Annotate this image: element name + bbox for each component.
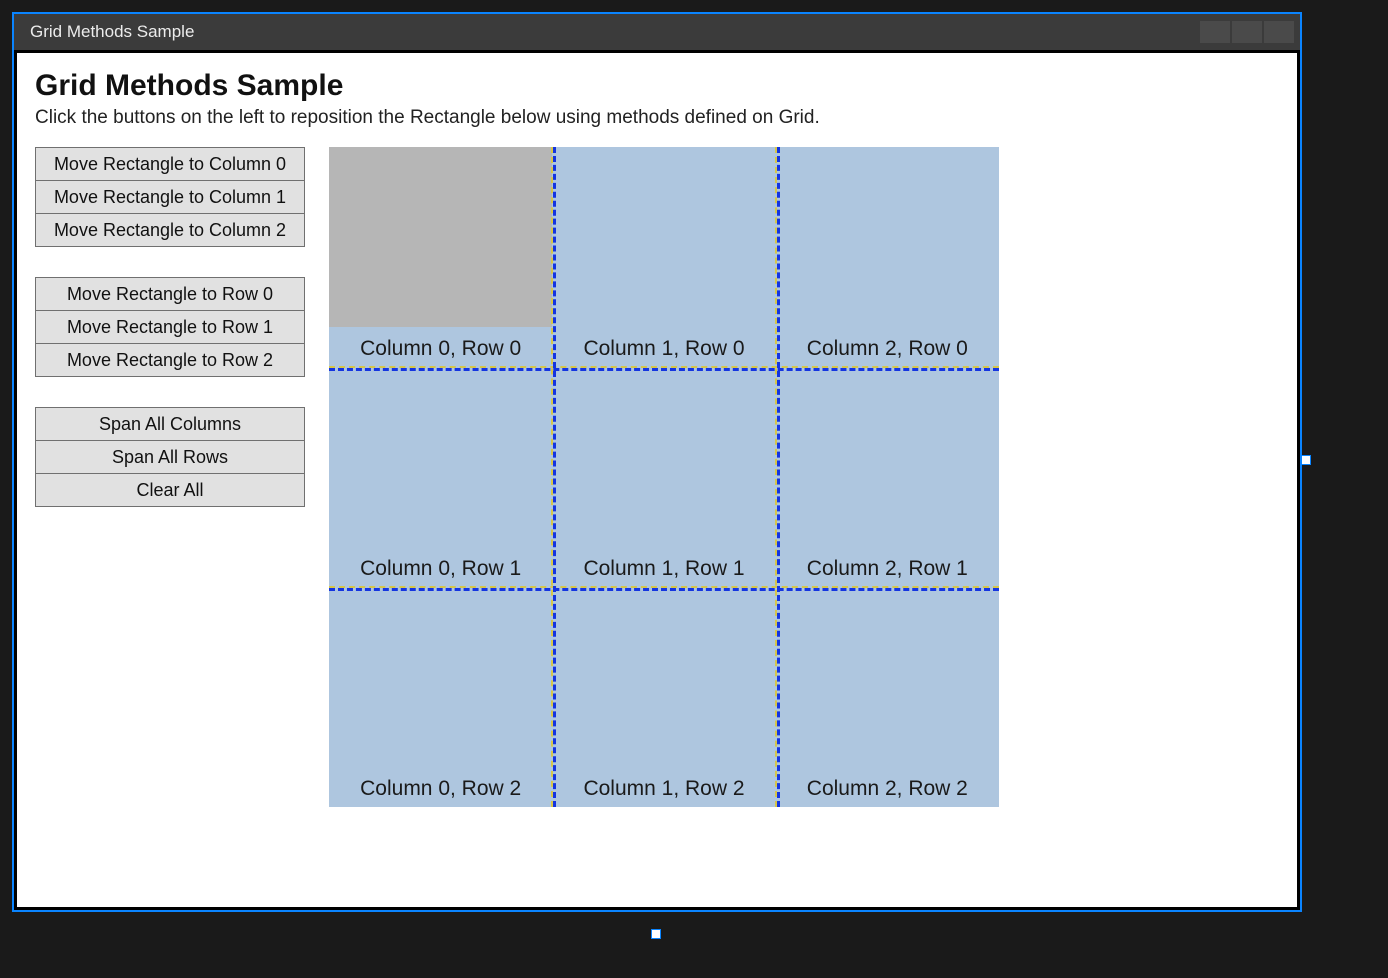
row-button-group: Move Rectangle to Row 0 Move Rectangle t… (35, 277, 305, 377)
cell-2-2: Column 2, Row 2 (776, 587, 999, 807)
move-rect-row-0-button[interactable]: Move Rectangle to Row 0 (35, 277, 305, 311)
resize-handle-right[interactable] (1301, 455, 1311, 465)
content-area: Grid Methods Sample Click the buttons on… (14, 50, 1300, 910)
clear-all-button[interactable]: Clear All (35, 473, 305, 507)
span-all-rows-button[interactable]: Span All Rows (35, 440, 305, 474)
close-button[interactable] (1264, 21, 1294, 43)
move-rect-col-0-button[interactable]: Move Rectangle to Column 0 (35, 147, 305, 181)
maximize-button[interactable] (1232, 21, 1262, 43)
grid-cell-labels: Column 0, Row 0 Column 1, Row 0 Column 2… (329, 147, 999, 807)
minimize-button[interactable] (1200, 21, 1230, 43)
window-controls (1200, 21, 1300, 43)
layout-row: Move Rectangle to Column 0 Move Rectangl… (35, 147, 1279, 807)
window-title: Grid Methods Sample (30, 22, 194, 42)
resize-handle-bottom[interactable] (651, 929, 661, 939)
cell-0-0: Column 0, Row 0 (329, 147, 552, 367)
page-title: Grid Methods Sample (35, 69, 1279, 103)
cell-2-1: Column 2, Row 1 (776, 367, 999, 587)
designer-selection-frame: Grid Methods Sample Grid Methods Sample … (12, 12, 1302, 912)
cell-2-0: Column 2, Row 0 (776, 147, 999, 367)
move-rect-col-2-button[interactable]: Move Rectangle to Column 2 (35, 213, 305, 247)
page-subtitle: Click the buttons on the left to reposit… (35, 107, 1279, 129)
move-rect-col-1-button[interactable]: Move Rectangle to Column 1 (35, 180, 305, 214)
cell-1-2: Column 1, Row 2 (552, 587, 775, 807)
move-rect-row-2-button[interactable]: Move Rectangle to Row 2 (35, 343, 305, 377)
move-rect-row-1-button[interactable]: Move Rectangle to Row 1 (35, 310, 305, 344)
cell-1-0: Column 1, Row 0 (552, 147, 775, 367)
cell-0-2: Column 0, Row 2 (329, 587, 552, 807)
titlebar: Grid Methods Sample (14, 14, 1300, 50)
span-button-group: Span All Columns Span All Rows Clear All (35, 407, 305, 507)
cell-0-1: Column 0, Row 1 (329, 367, 552, 587)
span-all-columns-button[interactable]: Span All Columns (35, 407, 305, 441)
demo-grid: Column 0, Row 0 Column 1, Row 0 Column 2… (329, 147, 999, 807)
button-column: Move Rectangle to Column 0 Move Rectangl… (35, 147, 305, 507)
column-button-group: Move Rectangle to Column 0 Move Rectangl… (35, 147, 305, 247)
cell-1-1: Column 1, Row 1 (552, 367, 775, 587)
